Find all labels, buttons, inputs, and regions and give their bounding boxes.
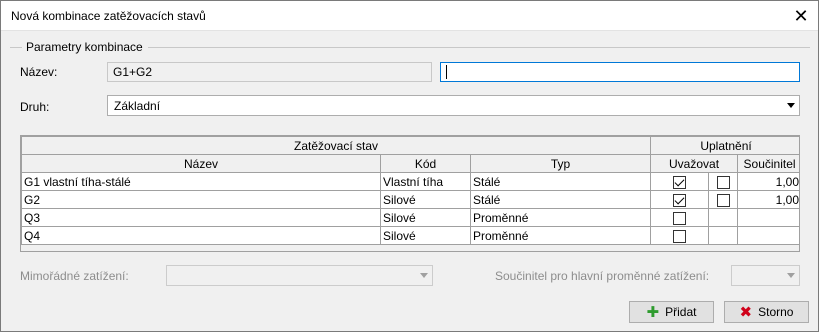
header-load-case: Zatěžovací stav <box>21 136 652 155</box>
col-header-type: Typ <box>469 154 652 173</box>
cell-type: Stálé <box>469 172 652 191</box>
cell-coefficient <box>737 208 799 227</box>
name-input[interactable] <box>440 62 800 82</box>
cell-code: Silové <box>380 208 471 227</box>
dialog-title: Nová kombinace zatěžovacích stavů <box>11 9 206 23</box>
secondary-checkbox[interactable] <box>716 193 730 207</box>
cell-coefficient <box>737 226 799 245</box>
cell-consider <box>650 208 710 227</box>
chevron-down-icon <box>420 273 428 278</box>
group-border-right <box>148 47 810 48</box>
cancel-button-label: Storno <box>758 305 794 319</box>
text-caret <box>446 65 447 79</box>
accidental-select <box>166 265 433 286</box>
cell-name: G2 <box>21 190 381 209</box>
add-button[interactable]: ✚ Přidat <box>629 301 714 323</box>
cell-secondary <box>708 226 739 245</box>
cell-name: Q4 <box>21 226 381 245</box>
type-select-value: Základní <box>114 99 161 113</box>
cell-code: Silové <box>380 190 471 209</box>
header-application: Uplatnění <box>650 136 799 155</box>
secondary-checkbox[interactable] <box>716 175 730 189</box>
close-icon[interactable]: ✕ <box>790 5 812 27</box>
type-select[interactable]: Základní <box>107 95 800 116</box>
x-icon: ✖ <box>739 303 753 321</box>
cell-secondary <box>708 172 739 191</box>
col-header-code: Kód <box>380 154 471 173</box>
consider-checkbox[interactable] <box>673 211 687 225</box>
table-row[interactable]: Q4 Silové Proměnné <box>21 226 799 245</box>
cancel-button[interactable]: ✖ Storno <box>724 301 809 323</box>
cell-code: Vlastní tíha <box>380 172 471 191</box>
group-title: Parametry kombinace <box>26 40 143 54</box>
cell-code: Silové <box>380 226 471 245</box>
cell-coefficient[interactable]: 1,00 <box>737 172 799 191</box>
table-row[interactable]: G1 vlastní tíha-stálé Vlastní tíha Stálé… <box>21 172 799 191</box>
main-variable-label: Součinitel pro hlavní proměnné zatížení: <box>495 269 710 283</box>
chevron-down-icon <box>787 103 795 108</box>
cell-type: Stálé <box>469 190 652 209</box>
name-label: Název: <box>20 65 58 79</box>
col-header-consider: Uvažovat <box>650 154 739 173</box>
add-button-label: Přidat <box>665 305 697 319</box>
col-header-coefficient: Součinitel <box>737 154 799 173</box>
cell-type: Proměnné <box>469 226 652 245</box>
cell-consider <box>650 172 710 191</box>
load-case-table: Zatěžovací stav Uplatnění Název Kód Typ … <box>20 135 800 252</box>
cell-consider <box>650 190 710 209</box>
group-border-left <box>10 47 22 48</box>
dialog-window: Nová kombinace zatěžovacích stavů ✕ Para… <box>0 0 819 332</box>
cell-secondary <box>708 208 739 227</box>
consider-checkbox[interactable] <box>673 229 687 243</box>
col-header-name: Název <box>21 154 381 173</box>
type-label: Druh: <box>20 100 50 114</box>
cell-type: Proměnné <box>469 208 652 227</box>
cell-coefficient[interactable]: 1,00 <box>737 190 799 209</box>
cell-secondary <box>708 190 739 209</box>
cell-name: G1 vlastní tíha-stálé <box>21 172 381 191</box>
chevron-down-icon <box>787 273 795 278</box>
consider-checkbox[interactable] <box>673 175 687 189</box>
table-row[interactable]: Q3 Silové Proměnné <box>21 208 799 227</box>
main-variable-select <box>731 265 800 286</box>
cell-name: Q3 <box>21 208 381 227</box>
cell-consider <box>650 226 710 245</box>
name-readonly-field: G1+G2 <box>107 62 432 82</box>
table-row[interactable]: G2 Silové Stálé 1,00 <box>21 190 799 209</box>
consider-checkbox[interactable] <box>673 193 687 207</box>
name-readonly-value: G1+G2 <box>113 65 153 79</box>
accidental-label: Mimořádné zatížení: <box>20 269 129 283</box>
plus-icon: ✚ <box>646 303 660 321</box>
title-bar: Nová kombinace zatěžovacích stavů ✕ <box>1 1 818 31</box>
